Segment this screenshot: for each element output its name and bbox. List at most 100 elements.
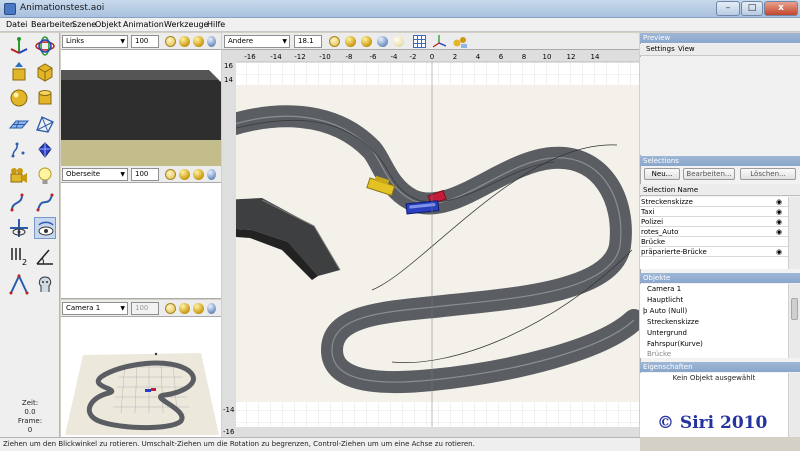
objects-scrollbar[interactable] [788,284,800,358]
new-selection-button[interactable]: Neu... [644,168,680,180]
selections-scrollbar[interactable] [788,197,800,269]
wireframe-mode-icon[interactable] [165,169,176,180]
angle-tool-icon[interactable] [34,245,56,267]
skeleton-tool-icon[interactable] [8,273,30,295]
table-row[interactable]: Taxi ◉ [640,207,788,217]
move-tool-icon[interactable] [8,35,30,57]
maximize-button[interactable]: □ [741,1,763,16]
shaded-mode-icon[interactable] [179,303,190,314]
ruler-top-label: 14 [591,53,600,61]
view-select-oberseite[interactable]: Oberseite ▼ [62,168,128,181]
move-view-icon[interactable] [8,217,30,239]
ruler-left-label: 16 [224,62,233,70]
menu-szene[interactable]: Szene [72,20,96,29]
smooth-mode-icon[interactable] [361,36,372,47]
viewport-main[interactable]: -16 -14 -12 -10 -8 -6 -4 -2 0 2 4 6 8 10… [222,50,639,437]
menu-werkzeuge[interactable]: Werkzeuge [164,20,208,29]
svg-text:2: 2 [22,258,27,267]
list-item[interactable]: Streckenskizze [647,317,699,327]
render-preview-icon[interactable] [453,35,468,48]
eye-icon[interactable]: ◉ [776,247,782,257]
axes-toggle-icon[interactable] [432,35,447,48]
menu-datei[interactable]: Datei [6,20,27,29]
view-select-camera[interactable]: Camera 1 ▼ [62,302,128,315]
bezier-edit-icon[interactable] [34,191,56,213]
zoom-field-oberseite[interactable]: 100 [131,168,159,181]
face-tool-icon[interactable] [34,273,56,295]
textured-mode-icon[interactable] [377,36,388,47]
cylinder-tool-icon[interactable] [34,87,56,109]
scrollbar-thumb[interactable] [791,298,798,320]
viewport-oberseite[interactable] [61,183,221,299]
delete-selection-button[interactable]: Löschen... [740,168,796,180]
preview-view-menu[interactable]: View [678,45,695,53]
eye-icon[interactable]: ◉ [776,197,782,207]
polygon-plane-icon[interactable] [8,113,30,135]
table-row[interactable]: präparierte-Brücke ◉ [640,247,788,257]
tube-tool-icon[interactable] [34,139,56,161]
view-select-links[interactable]: Links ▼ [62,35,128,48]
menu-objekt[interactable]: Objekt [95,20,121,29]
tool-palette: 2 Zeit: 0.0 Frame: 0 [0,33,60,438]
shaded-mode-icon[interactable] [179,169,190,180]
list-item[interactable]: Fahrspur(Kurve) [647,339,703,349]
list-item[interactable]: Untergrund [647,328,687,338]
viewport-camera[interactable] [61,317,221,437]
window-title: Animationstest.aoi [20,3,105,13]
close-button[interactable]: x [764,1,798,16]
scale-tool-icon[interactable] [8,61,30,83]
smooth-mode-icon[interactable] [193,303,204,314]
grid-toggle-icon[interactable] [413,35,426,48]
wireframe-mode-icon[interactable] [165,36,176,47]
zoom-field-main[interactable]: 18.1 [294,35,322,48]
wireframe-mode-icon[interactable] [165,303,176,314]
rotate-tool-icon[interactable] [34,35,56,57]
cube-tool-icon[interactable] [34,61,56,83]
list-item[interactable]: Hauptlicht [647,295,683,305]
viewport-links[interactable] [61,50,221,166]
menu-animation[interactable]: Animation [123,20,164,29]
textured-mode-icon[interactable] [207,169,216,180]
mesh-tool-icon[interactable] [34,113,56,135]
zoom-field-links[interactable]: 100 [131,35,159,48]
curve-edit-icon[interactable] [8,191,30,213]
properties-scrollbar[interactable] [788,373,800,437]
ruler-top-label: 4 [476,53,481,61]
light-tool-icon[interactable] [34,165,56,187]
table-row[interactable]: Streckenskizze ◉ [640,197,788,207]
sphere-tool-icon[interactable] [8,87,30,109]
preview-area[interactable] [640,57,800,155]
list-item[interactable]: Camera 1 [647,284,681,294]
menu-bearbeiten[interactable]: Bearbeiten [31,20,75,29]
viewport-camera-toolbar: Camera 1 ▼ 100 [61,300,221,317]
ruler-top-label: 10 [543,53,552,61]
table-row[interactable]: Polizei ◉ [640,217,788,227]
rotate-view-icon[interactable] [34,217,56,239]
shaded-mode-icon[interactable] [345,36,356,47]
view-select-main[interactable]: Andere ▼ [224,35,290,48]
camera-tool-icon[interactable] [8,165,30,187]
spline-tool-icon[interactable] [8,139,30,161]
wireframe-mode-icon[interactable] [329,36,340,47]
menu-hilfe[interactable]: Hilfe [207,20,225,29]
shaded-mode-icon[interactable] [179,36,190,47]
viewport-main-toolbar: Andere ▼ 18.1 [222,33,639,50]
eye-icon[interactable]: ◉ [776,227,782,237]
eye-icon[interactable]: ◉ [776,207,782,217]
minimize-button[interactable]: – [716,1,740,16]
selection-name-header[interactable]: Selection Name [640,184,800,196]
list-item[interactable]: þ Auto (Null) [643,306,687,316]
table-row[interactable]: rotes_Auto ◉ [640,227,788,237]
table-row[interactable]: Brücke [640,237,788,247]
eye-icon[interactable]: ◉ [776,217,782,227]
transparent-mode-icon[interactable] [393,36,404,47]
smooth-mode-icon[interactable] [193,36,204,47]
preview-settings-menu[interactable]: Settings [646,45,675,53]
textured-mode-icon[interactable] [207,303,216,314]
smooth-mode-icon[interactable] [193,169,204,180]
timeline-tool-icon[interactable]: 2 [8,245,30,267]
textured-mode-icon[interactable] [207,36,216,47]
time-label: Zeit: [21,399,39,407]
edit-selection-button[interactable]: Bearbeiten... [683,168,735,180]
list-item[interactable]: Brücke [647,349,671,359]
